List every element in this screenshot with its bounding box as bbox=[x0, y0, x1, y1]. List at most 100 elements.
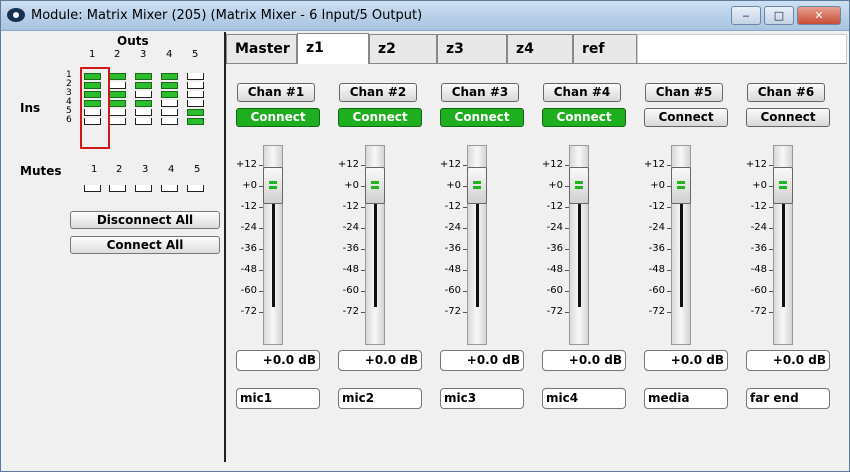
fader-scale-label: -72 bbox=[444, 306, 461, 317]
fader-handle[interactable] bbox=[467, 167, 487, 204]
matrix-crosspoint[interactable] bbox=[187, 91, 204, 98]
fader-scale-label: -12 bbox=[240, 201, 257, 212]
fader-scale-label: +12 bbox=[745, 159, 767, 170]
fader-scale-label: +0 bbox=[242, 180, 257, 191]
tab-master[interactable]: Master bbox=[226, 34, 297, 63]
tab-z2[interactable]: z2 bbox=[369, 34, 437, 63]
connect-button[interactable]: Connect bbox=[338, 108, 422, 127]
matrix-crosspoint[interactable] bbox=[187, 100, 204, 107]
fader-handle[interactable] bbox=[365, 167, 385, 204]
matrix-crosspoint[interactable] bbox=[187, 82, 204, 89]
fader-scale-label: -36 bbox=[240, 243, 257, 254]
connect-button[interactable]: Connect bbox=[542, 108, 626, 127]
mute-toggle[interactable] bbox=[187, 185, 204, 192]
fader-scale-label: -24 bbox=[546, 222, 563, 233]
matrix-crosspoint[interactable] bbox=[161, 118, 178, 125]
mute-toggle[interactable] bbox=[135, 185, 152, 192]
matrix-crosspoint[interactable] bbox=[187, 109, 204, 116]
channel-name-field[interactable]: mic4 bbox=[542, 388, 626, 409]
matrix-crosspoint[interactable] bbox=[135, 109, 152, 116]
channel-name-field[interactable]: mic1 bbox=[236, 388, 320, 409]
matrix-crosspoint[interactable] bbox=[161, 82, 178, 89]
fader-scale-label: +0 bbox=[446, 180, 461, 191]
fader-scale-label: -72 bbox=[342, 306, 359, 317]
minimize-button[interactable]: ‒ bbox=[731, 6, 761, 25]
ins-label: Ins bbox=[20, 101, 41, 115]
fader-scale-label: -12 bbox=[750, 201, 767, 212]
fader-scale-label: +0 bbox=[650, 180, 665, 191]
fader-scale-label: -36 bbox=[342, 243, 359, 254]
fader-handle[interactable] bbox=[569, 167, 589, 204]
fader-scale-label: -24 bbox=[648, 222, 665, 233]
panel-divider bbox=[224, 32, 226, 462]
matrix-crosspoint[interactable] bbox=[109, 91, 126, 98]
channel-name-field[interactable]: far end bbox=[746, 388, 830, 409]
fader-scale-label: +0 bbox=[344, 180, 359, 191]
fader-scale-label: -72 bbox=[648, 306, 665, 317]
fader-scale-label: +12 bbox=[439, 159, 461, 170]
matrix-crosspoint[interactable] bbox=[135, 100, 152, 107]
mute-toggle[interactable] bbox=[84, 185, 101, 192]
fader-scale-label: -60 bbox=[240, 285, 257, 296]
matrix-crosspoint[interactable] bbox=[135, 82, 152, 89]
disconnect-all-button[interactable]: Disconnect All bbox=[70, 211, 220, 229]
mutes-label: Mutes bbox=[20, 164, 62, 178]
matrix-crosspoint[interactable] bbox=[109, 100, 126, 107]
out-number: 5 bbox=[192, 49, 199, 60]
fader-handle[interactable] bbox=[773, 167, 793, 204]
fader-scale-label: -12 bbox=[444, 201, 461, 212]
matrix-crosspoint[interactable] bbox=[135, 91, 152, 98]
mute-toggle[interactable] bbox=[161, 185, 178, 192]
channel-label: Chan #6 bbox=[747, 83, 825, 102]
matrix-crosspoint[interactable] bbox=[135, 118, 152, 125]
channel-name-field[interactable]: media bbox=[644, 388, 728, 409]
fader-scale-label: +12 bbox=[541, 159, 563, 170]
matrix-crosspoint[interactable] bbox=[187, 118, 204, 125]
gain-field[interactable]: +0.0 dB bbox=[644, 350, 728, 371]
matrix-crosspoint[interactable] bbox=[109, 73, 126, 80]
connect-button[interactable]: Connect bbox=[746, 108, 830, 127]
fader-scale-label: -72 bbox=[240, 306, 257, 317]
mute-toggle[interactable] bbox=[109, 185, 126, 192]
fader-handle[interactable] bbox=[263, 167, 283, 204]
tab-ref[interactable]: ref bbox=[573, 34, 637, 63]
channel-label: Chan #5 bbox=[645, 83, 723, 102]
matrix-crosspoint[interactable] bbox=[135, 73, 152, 80]
connect-button[interactable]: Connect bbox=[440, 108, 524, 127]
close-button[interactable]: ✕ bbox=[797, 6, 841, 25]
mute-number: 5 bbox=[194, 164, 201, 175]
fader-handle[interactable] bbox=[671, 167, 691, 204]
matrix-crosspoint[interactable] bbox=[109, 109, 126, 116]
connect-button[interactable]: Connect bbox=[644, 108, 728, 127]
gain-field[interactable]: +0.0 dB bbox=[440, 350, 524, 371]
fader-scale-label: -12 bbox=[546, 201, 563, 212]
gain-field[interactable]: +0.0 dB bbox=[542, 350, 626, 371]
gain-field[interactable]: +0.0 dB bbox=[746, 350, 830, 371]
matrix-crosspoint[interactable] bbox=[161, 73, 178, 80]
matrix-crosspoint[interactable] bbox=[161, 100, 178, 107]
tab-z3[interactable]: z3 bbox=[437, 34, 507, 63]
channel-name-field[interactable]: mic2 bbox=[338, 388, 422, 409]
matrix-crosspoint[interactable] bbox=[161, 91, 178, 98]
matrix-mixer-window: Module: Matrix Mixer (205) (Matrix Mixer… bbox=[0, 0, 850, 472]
fader-scale-label: -36 bbox=[444, 243, 461, 254]
mute-number: 2 bbox=[116, 164, 123, 175]
matrix-crosspoint[interactable] bbox=[187, 73, 204, 80]
connect-all-button[interactable]: Connect All bbox=[70, 236, 220, 254]
matrix-crosspoint[interactable] bbox=[109, 118, 126, 125]
fader-scale-label: -60 bbox=[750, 285, 767, 296]
tab-z4[interactable]: z4 bbox=[507, 34, 573, 63]
matrix-crosspoint[interactable] bbox=[161, 109, 178, 116]
fader-scale-label: +0 bbox=[548, 180, 563, 191]
maximize-button[interactable]: □ bbox=[764, 6, 794, 25]
tab-z1[interactable]: z1 bbox=[297, 33, 369, 64]
connect-button[interactable]: Connect bbox=[236, 108, 320, 127]
matrix-crosspoint[interactable] bbox=[109, 82, 126, 89]
out-number: 3 bbox=[140, 49, 147, 60]
gain-field[interactable]: +0.0 dB bbox=[338, 350, 422, 371]
channel-name-field[interactable]: mic3 bbox=[440, 388, 524, 409]
selected-column-highlight bbox=[80, 67, 110, 149]
gain-field[interactable]: +0.0 dB bbox=[236, 350, 320, 371]
fader-scale-label: -48 bbox=[240, 264, 257, 275]
fader-scale-label: -60 bbox=[342, 285, 359, 296]
